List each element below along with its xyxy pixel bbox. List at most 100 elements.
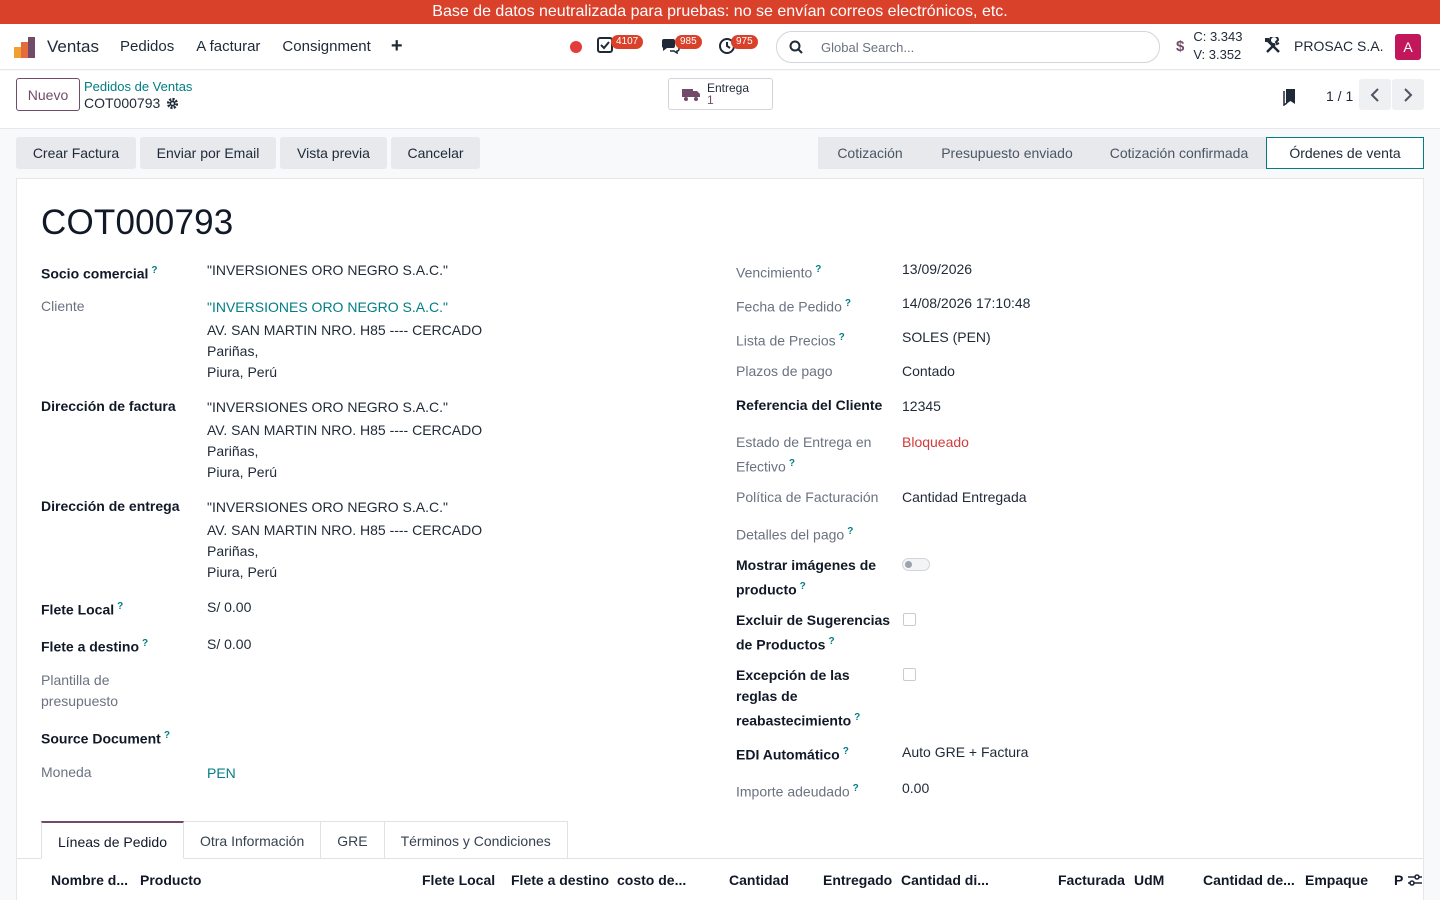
field-socio-comercial[interactable]: "INVERSIONES ORO NEGRO S.A.C." (207, 260, 448, 281)
field-source-document[interactable] (207, 725, 607, 746)
breadcrumb-current-label: COT000793 (84, 95, 161, 111)
breadcrumb-parent[interactable]: Pedidos de Ventas (84, 79, 192, 94)
notebook-tabs: Líneas de Pedido Otra Información GRE Té… (41, 821, 568, 859)
cliente-address-line1: AV. SAN MARTIN NRO. H85 ---- CERCADO (207, 322, 483, 338)
menu-pedidos[interactable]: Pedidos (120, 38, 174, 55)
menu-consignment[interactable]: Consignment (282, 38, 370, 55)
field-cliente[interactable]: "INVERSIONES ORO NEGRO S.A.C." (207, 297, 448, 318)
entrega-address-line3: Piura, Perú (207, 564, 278, 580)
label-estado-entrega-line1: Estado de Entrega en (736, 434, 872, 450)
breadcrumb-current: COT000793 (84, 95, 179, 111)
col-header-cantidad-de[interactable]: Cantidad de... (1203, 872, 1295, 888)
tab-otra-informacion[interactable]: Otra Información (183, 821, 322, 859)
label-lista-precios: Lista de Precios? (736, 332, 845, 349)
checkbox-excluir-sugerencias[interactable] (903, 613, 916, 626)
col-header-facturada[interactable]: Facturada (1058, 872, 1125, 888)
preview-button[interactable]: Vista previa (280, 137, 387, 169)
plus-icon[interactable]: + (391, 35, 403, 58)
debug-tools-icon[interactable] (1264, 35, 1282, 58)
field-direccion-factura[interactable]: "INVERSIONES ORO NEGRO S.A.C." (207, 397, 448, 418)
label-socio-comercial: Socio comercial? (41, 265, 158, 282)
field-referencia-cliente[interactable]: 12345 (902, 396, 941, 417)
label-flete-local: Flete Local? (41, 601, 124, 618)
field-detalles-pago[interactable] (902, 521, 1302, 542)
tab-gre[interactable]: GRE (321, 821, 385, 859)
label-estado-entrega-line2: Efectivo? (736, 458, 795, 475)
label-detalles-pago: Detalles del pago? (736, 526, 854, 543)
cliente-address-line3: Piura, Perú (207, 364, 278, 380)
label-vencimiento: Vencimiento? (736, 264, 822, 281)
col-header-p[interactable]: P (1394, 872, 1403, 888)
menu-a-facturar[interactable]: A facturar (196, 38, 260, 55)
record-title: COT000793 (41, 203, 234, 242)
pager-value[interactable]: 1 / 1 (1326, 88, 1353, 104)
field-politica-facturacion[interactable]: Cantidad Entregada (902, 487, 1027, 508)
field-flete-destino[interactable]: S/ 0.00 (207, 634, 251, 655)
app-brand[interactable]: Ventas (14, 36, 109, 58)
label-plantilla-line2: presupuesto (41, 693, 119, 709)
label-cliente: Cliente (41, 298, 85, 314)
col-header-entregado[interactable]: Entregado (823, 872, 892, 888)
col-header-empaque[interactable]: Empaque (1305, 872, 1368, 888)
col-header-flete-destino[interactable]: Flete a destino (511, 872, 609, 888)
label-excepcion-line1: Excepción de las (736, 667, 850, 683)
field-estado-entrega: Bloqueado (902, 434, 969, 450)
label-excepcion-line2: reglas de (736, 688, 798, 704)
field-vencimiento[interactable]: 13/09/2026 (902, 259, 972, 280)
factura-address-line2: Pariñas, (207, 443, 259, 459)
form-sheet: COT000793 Socio comercial? "INVERSIONES … (16, 178, 1424, 900)
col-header-flete-local[interactable]: Flete Local (422, 872, 495, 888)
label-direccion-factura: Dirección de factura (41, 398, 176, 414)
entrega-address-line2: Pariñas, (207, 543, 259, 559)
company-switcher[interactable]: PROSAC S.A. (1294, 38, 1383, 54)
field-plazos-pago[interactable]: Contado (902, 361, 955, 382)
toggle-mostrar-imagenes[interactable] (902, 558, 930, 571)
label-direccion-entrega: Dirección de entrega (41, 498, 180, 514)
tab-lineas-pedido[interactable]: Líneas de Pedido (41, 821, 184, 859)
label-flete-destino: Flete a destino? (41, 638, 149, 655)
new-button[interactable]: Nuevo (16, 78, 80, 111)
gear-icon[interactable] (166, 97, 179, 110)
pager-next-button[interactable] (1392, 79, 1424, 110)
checkbox-excepcion-reabastecimiento[interactable] (903, 668, 916, 681)
field-fecha-pedido[interactable]: 14/08/2026 17:10:48 (902, 293, 1030, 314)
recording-dot-icon[interactable] (570, 41, 582, 53)
field-moneda[interactable]: PEN (207, 763, 236, 784)
sales-app-icon (14, 36, 36, 58)
stage-cotizacion-confirmada[interactable]: Cotización confirmada (1092, 137, 1266, 169)
stage-cotizacion[interactable]: Cotización (818, 137, 922, 169)
delivery-smart-button[interactable]: Entrega 1 (668, 78, 773, 110)
send-email-button[interactable]: Enviar por Email (140, 137, 276, 169)
global-search[interactable] (776, 31, 1160, 63)
stage-presupuesto-enviado[interactable]: Presupuesto enviado (922, 137, 1092, 169)
label-excluir-sugerencias-line2: de Productos? (736, 636, 835, 653)
rate-compra: C: 3.343 (1193, 29, 1243, 44)
global-search-input[interactable] (821, 39, 1121, 55)
col-header-costo[interactable]: costo de... (617, 872, 686, 888)
pager-prev-button[interactable] (1359, 79, 1391, 110)
field-edi-automatico[interactable]: Auto GRE + Factura (902, 742, 1028, 763)
field-flete-local[interactable]: S/ 0.00 (207, 597, 251, 618)
col-header-cantidad-disponible[interactable]: Cantidad di... (901, 872, 989, 888)
col-header-cantidad[interactable]: Cantidad (729, 872, 789, 888)
chevron-right-icon (1404, 87, 1413, 102)
field-direccion-entrega[interactable]: "INVERSIONES ORO NEGRO S.A.C." (207, 497, 448, 518)
field-importe-adeudado: 0.00 (902, 780, 930, 796)
tab-terminos-condiciones[interactable]: Términos y Condiciones (384, 821, 568, 859)
column-settings-icon[interactable] (1407, 873, 1423, 890)
col-header-producto[interactable]: Producto (140, 872, 201, 888)
user-avatar[interactable]: A (1395, 34, 1421, 60)
control-panel: Nuevo Pedidos de Ventas COT000793 Entreg… (0, 71, 1440, 129)
label-fecha-pedido: Fecha de Pedido? (736, 298, 851, 315)
delivery-count: 1 (707, 93, 714, 107)
cancel-button[interactable]: Cancelar (391, 137, 480, 169)
exchange-rate-widget[interactable]: $ C: 3.343 V: 3.352 (1176, 28, 1243, 64)
field-lista-precios[interactable]: SOLES (PEN) (902, 327, 991, 348)
col-header-udm[interactable]: UdM (1134, 872, 1164, 888)
field-plantilla[interactable] (207, 670, 607, 691)
col-header-nombre[interactable]: Nombre d... (51, 872, 128, 888)
create-invoice-button[interactable]: Crear Factura (16, 137, 136, 169)
top-navbar: Ventas Pedidos A facturar Consignment + … (0, 24, 1440, 70)
bookmark-icon[interactable] (1283, 88, 1297, 109)
stage-ordenes-de-venta[interactable]: Órdenes de venta (1266, 137, 1424, 169)
